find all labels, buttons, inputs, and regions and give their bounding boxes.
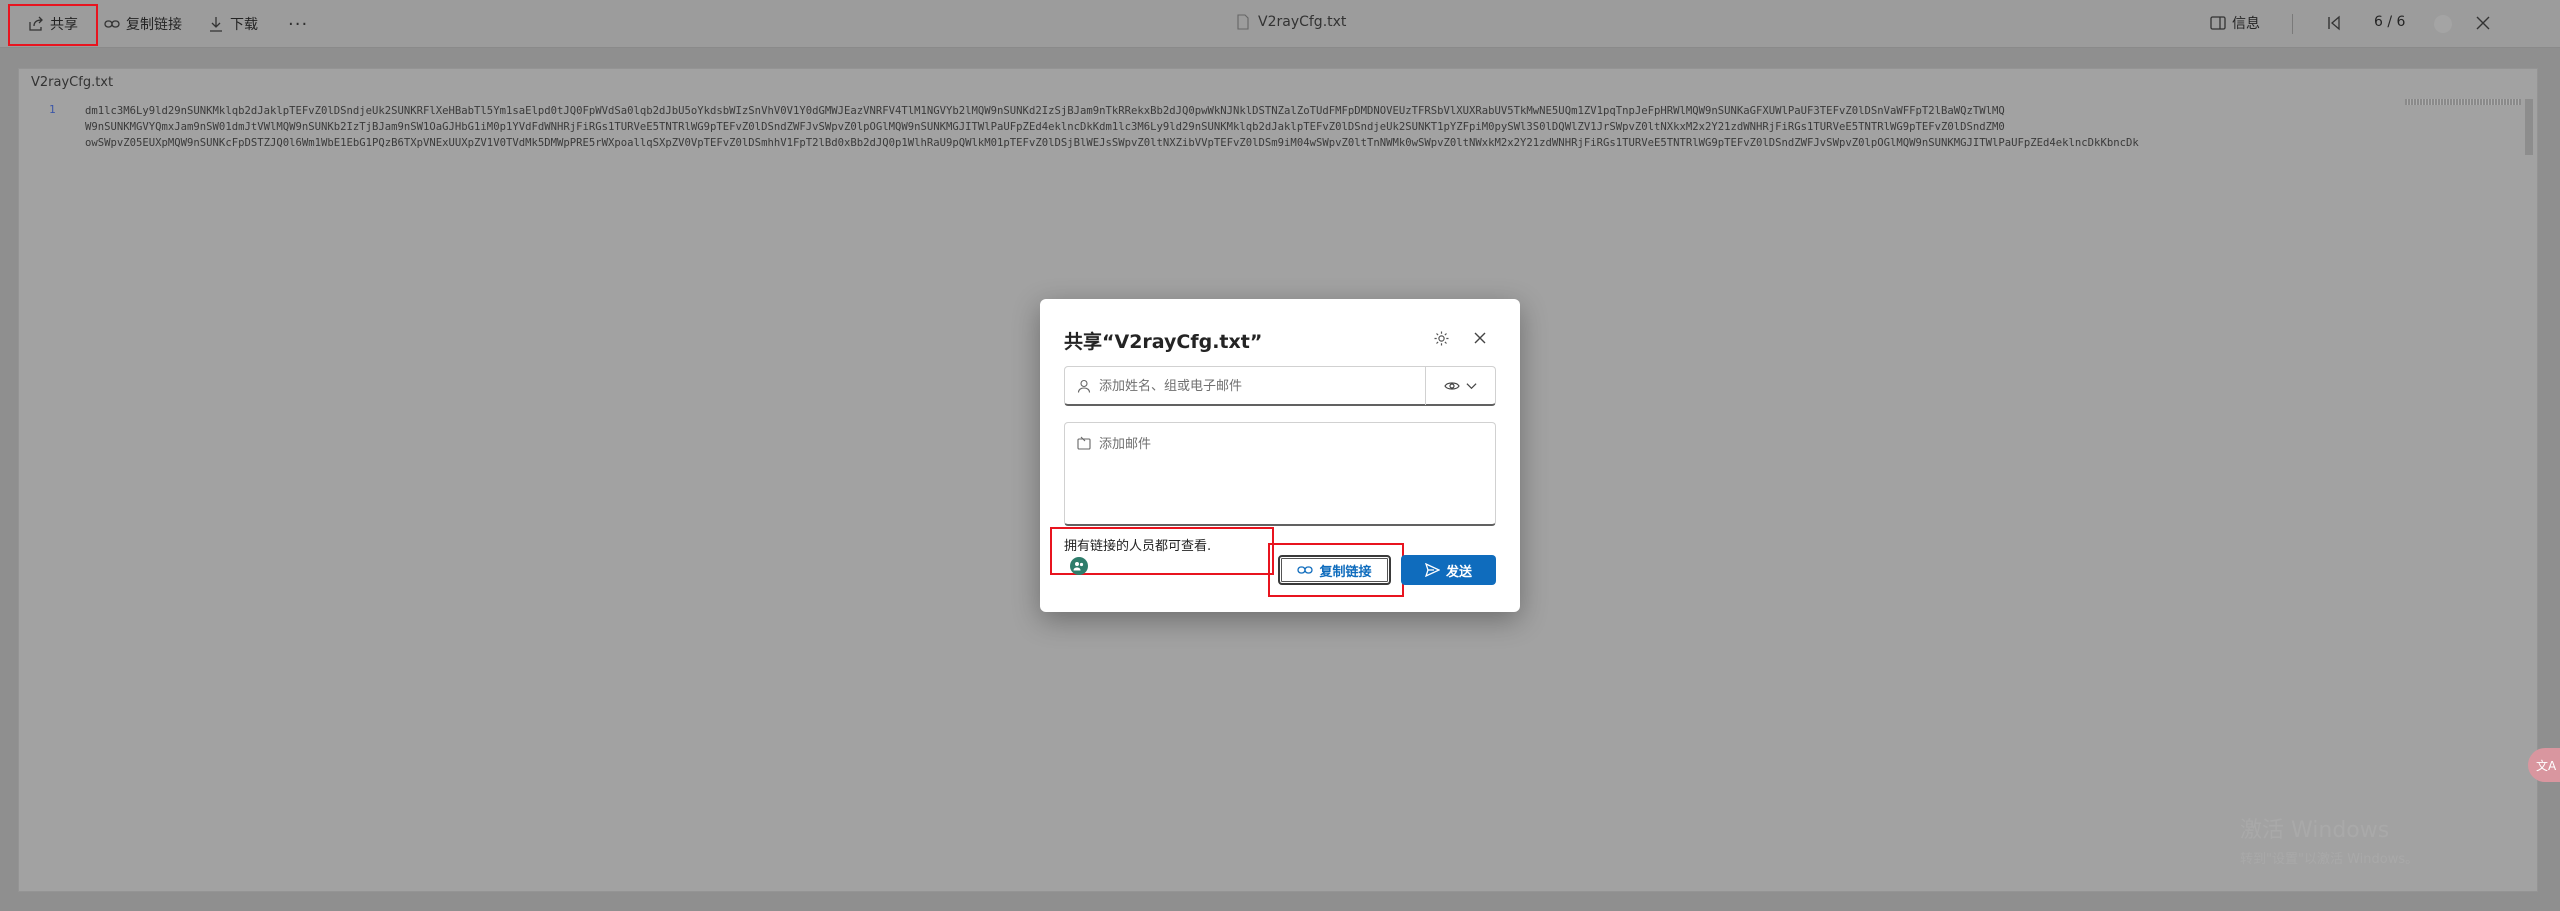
send-button[interactable]: 发送 <box>1401 555 1496 585</box>
copy-link-highlight-box <box>1268 543 1404 597</box>
copy-link-button[interactable]: 复制链接 <box>104 10 182 38</box>
toolbar-divider <box>2292 14 2293 34</box>
line-number: 1 <box>49 103 56 116</box>
download-label: 下载 <box>230 17 258 33</box>
first-page-icon[interactable] <box>2326 14 2344 32</box>
message-input[interactable] <box>1099 433 1479 513</box>
message-field <box>1064 422 1496 526</box>
info-label: 信息 <box>2232 16 2260 32</box>
translate-floating-button[interactable]: 文A <box>2528 748 2560 782</box>
close-icon[interactable] <box>2474 14 2492 32</box>
watermark-subtitle: 转到"设置"以激活 Windows。 <box>2240 852 2419 867</box>
permission-dropdown[interactable] <box>1425 367 1495 405</box>
file-title-text: V2rayCfg.txt <box>1258 14 1347 30</box>
copy-link-label: 复制链接 <box>126 17 182 33</box>
vertical-scrollbar[interactable] <box>2525 99 2533 155</box>
content-line: dm1lc3M6Ly9ld29nSUNKMklqb2dJaklpTEFvZ0lD… <box>85 105 2005 117</box>
download-button[interactable]: 下载 <box>208 10 258 38</box>
avatar <box>1070 557 1088 575</box>
file-title: V2rayCfg.txt <box>1236 14 1346 30</box>
file-icon <box>1237 14 1249 30</box>
more-options-button[interactable]: ··· <box>288 10 308 38</box>
dialog-title: 共享“V2rayCfg.txt” <box>1064 331 1263 353</box>
share-highlight-box <box>8 4 98 46</box>
people-icon <box>1073 562 1084 571</box>
message-icon <box>1077 436 1091 450</box>
gear-icon[interactable] <box>1433 330 1450 347</box>
minimap[interactable] <box>2405 99 2521 105</box>
share-dialog: 共享“V2rayCfg.txt” 拥有链接的人员都可查看. 复制链接 发送 <box>1040 299 1520 612</box>
close-dialog-icon[interactable] <box>1472 330 1488 346</box>
content-line: owSWpvZ05EUXpMQW9nSUNKcFpDSTZJQ0l6Wm1WbE… <box>85 137 2139 149</box>
top-toolbar: 共享 复制链接 下载 ··· V2rayCfg.txt 信息 6 / 6 <box>0 0 2560 48</box>
chevron-down-icon <box>1466 383 1477 390</box>
send-icon <box>1424 563 1440 577</box>
document-file-name: V2rayCfg.txt <box>31 75 114 90</box>
eye-icon <box>1444 382 1460 390</box>
link-icon <box>104 20 120 28</box>
person-icon <box>1077 379 1091 393</box>
info-panel-icon <box>2210 16 2226 30</box>
page-indicator: 6 / 6 <box>2374 14 2406 30</box>
next-page-icon <box>2434 15 2452 33</box>
content-line: W9nSUNKMGVYQmxJam9nSW01dmJtVWlMQW9nSUNKb… <box>85 121 2005 133</box>
activation-watermark: 激活 Windows 转到"设置"以激活 Windows。 <box>2240 812 2418 867</box>
watermark-title: 激活 Windows <box>2240 818 2390 843</box>
recipient-field <box>1064 366 1496 406</box>
file-content: dm1lc3M6Ly9ld29nSUNKMklqb2dJaklpTEFvZ0lD… <box>85 103 2425 151</box>
send-label: 发送 <box>1445 564 1472 580</box>
download-icon <box>210 17 222 32</box>
info-button[interactable]: 信息 <box>2210 13 2260 33</box>
recipient-input[interactable] <box>1099 378 1429 393</box>
